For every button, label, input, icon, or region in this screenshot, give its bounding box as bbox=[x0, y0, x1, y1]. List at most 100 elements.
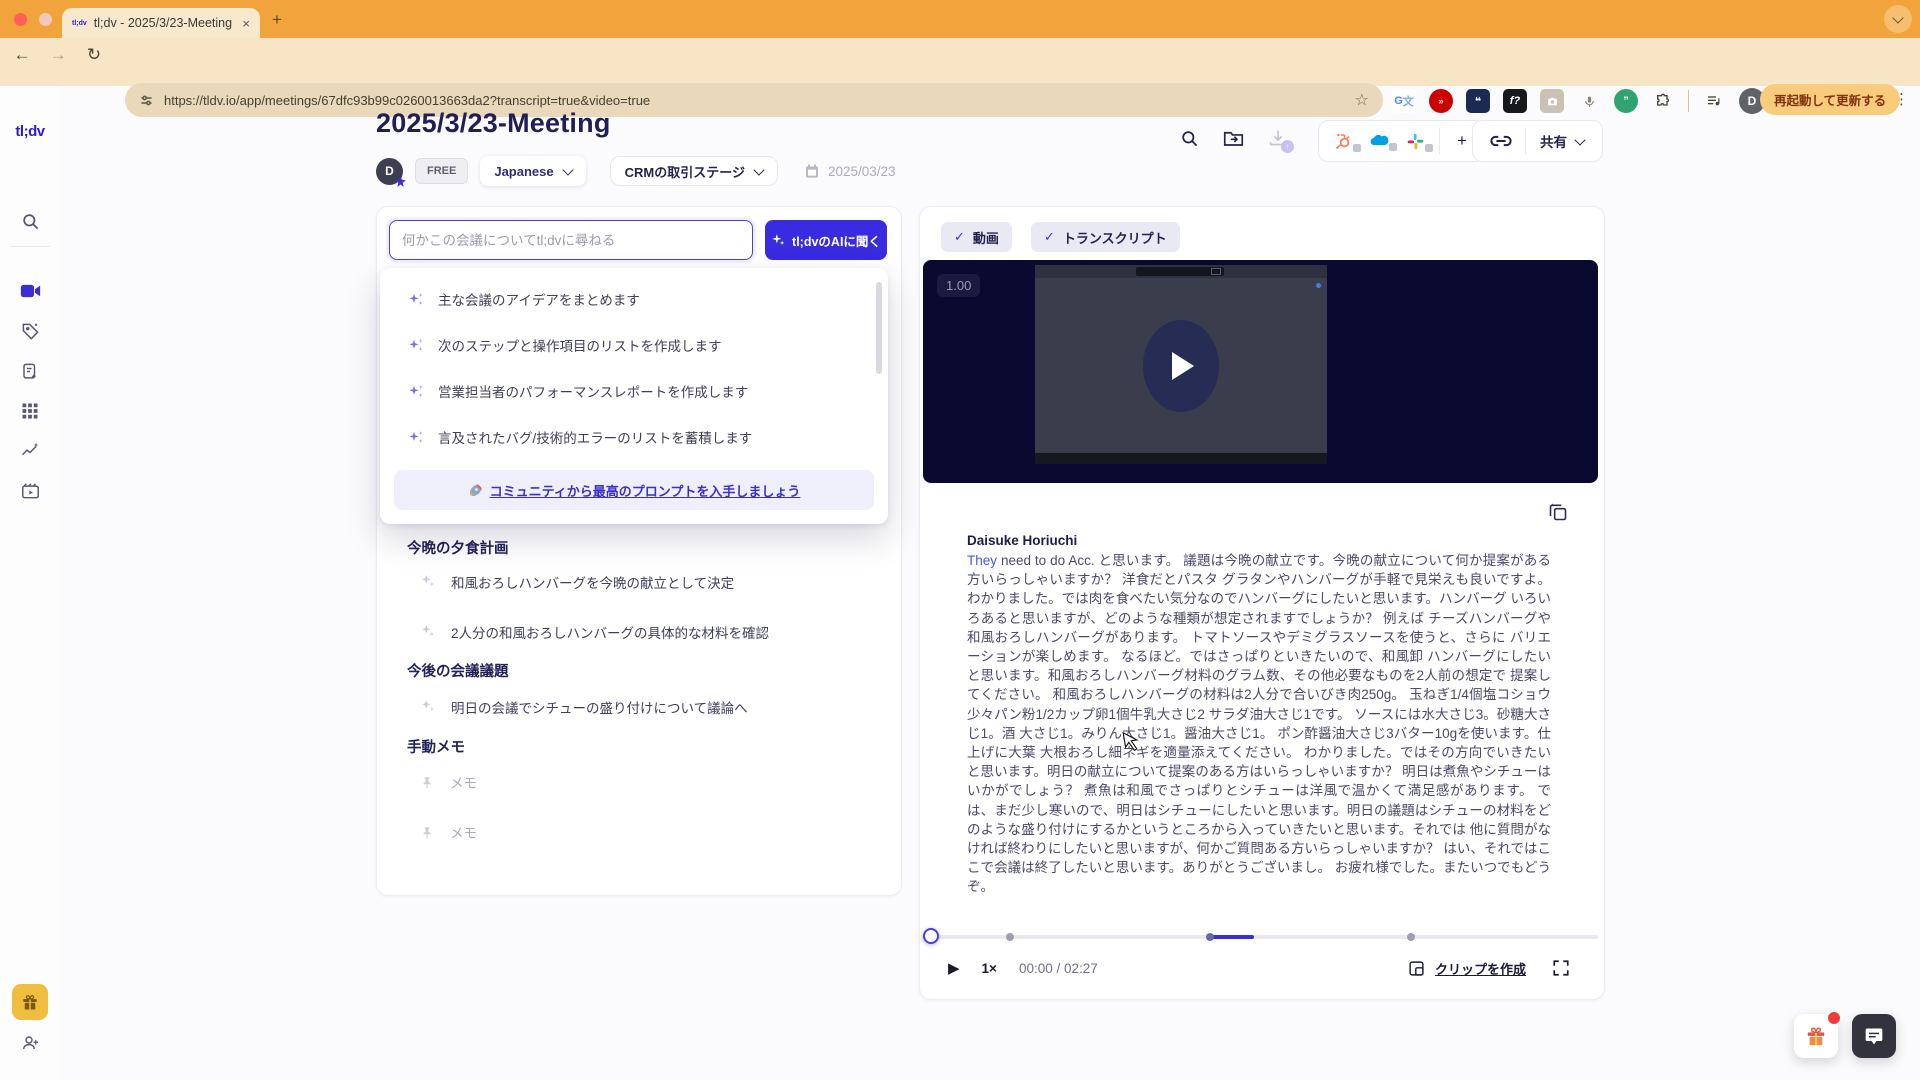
sidebar-templates-item[interactable] bbox=[0, 354, 60, 388]
video-timeline[interactable] bbox=[922, 928, 1598, 944]
copy-icon bbox=[1549, 503, 1567, 521]
section-heading: 手動メモ bbox=[407, 740, 465, 756]
timeline-marker[interactable] bbox=[1006, 933, 1014, 941]
hubspot-integration-button[interactable] bbox=[1325, 132, 1361, 152]
language-selector[interactable]: Japanese bbox=[480, 156, 586, 186]
highlight-segment[interactable] bbox=[1208, 935, 1254, 939]
salesforce-integration-button[interactable] bbox=[1361, 133, 1397, 151]
tab-close-icon[interactable]: × bbox=[242, 16, 250, 31]
video-toggle[interactable]: ✓ 動画 bbox=[941, 222, 1012, 252]
clip-icon bbox=[1409, 960, 1424, 976]
chat-extension-icon[interactable]: ❝ bbox=[1466, 89, 1490, 113]
timeline-marker[interactable] bbox=[1407, 933, 1415, 941]
play-button[interactable]: ▶ bbox=[948, 959, 960, 977]
minimize-window-button[interactable] bbox=[39, 13, 53, 26]
hubspot-icon bbox=[1336, 133, 1350, 149]
extensions-puzzle-icon[interactable] bbox=[1651, 89, 1675, 113]
font-extension-icon[interactable]: f? bbox=[1503, 89, 1527, 113]
timeline-marker[interactable] bbox=[1206, 933, 1214, 941]
sidebar-meetings-item[interactable] bbox=[0, 274, 60, 308]
community-prompts-link[interactable]: コミュニティから最高のプロンプトを入手しましょう bbox=[490, 481, 801, 500]
ai-suggestion-item[interactable]: 言及されたバグ/技術的エラーのリストを蓄積します bbox=[380, 414, 888, 460]
quote-extension-icon[interactable]: ” bbox=[1614, 89, 1638, 113]
note-item[interactable]: 和風おろしハンバーグを今晩の献立として決定 bbox=[420, 572, 880, 592]
page-title[interactable]: 2025/3/23-Meeting bbox=[376, 108, 611, 139]
screenshot-extension-icon[interactable] bbox=[1540, 89, 1564, 113]
playhead[interactable] bbox=[923, 928, 939, 944]
tag-sparkle-icon bbox=[22, 323, 39, 340]
play-overlay[interactable] bbox=[1143, 320, 1219, 412]
playlist-icon[interactable] bbox=[1702, 89, 1726, 113]
note-item[interactable]: 2人分の和風おろしハンバーグの具体的な材料を確認 bbox=[420, 622, 880, 642]
move-to-folder-button[interactable] bbox=[1223, 129, 1244, 147]
url-bar[interactable]: https://tldv.io/app/meetings/67dfc93b99c… bbox=[125, 83, 1383, 117]
speaker-name[interactable]: Daisuke Horiuchi bbox=[967, 533, 1551, 548]
transcript-text[interactable]: They need to do Acc. と思います。 議題は今晩の献立です。今… bbox=[967, 551, 1551, 897]
folder-move-icon bbox=[1223, 131, 1244, 146]
copy-link-button[interactable] bbox=[1477, 135, 1525, 147]
tldv-logo[interactable]: tl;dv bbox=[0, 114, 60, 148]
share-button[interactable]: 共有 bbox=[1526, 131, 1598, 151]
browser-menu-kebab-icon[interactable]: ⋮ bbox=[1894, 90, 1909, 108]
create-clip-button[interactable]: クリップを作成 bbox=[1435, 959, 1526, 978]
note-item[interactable]: 明日の会議でシチューの盛り付けについて議論へ bbox=[420, 697, 880, 717]
ai-suggestion-item[interactable]: 営業担当者のパフォーマンスレポートを作成します bbox=[380, 368, 888, 414]
video-player[interactable]: 1.00 bbox=[923, 260, 1598, 483]
new-tab-button[interactable]: + bbox=[272, 10, 282, 30]
sidebar-analytics-item[interactable] bbox=[0, 434, 60, 468]
ai-question-input[interactable] bbox=[389, 220, 753, 260]
ai-suggestion-item[interactable]: 主な会議のアイデアをまとめます bbox=[380, 276, 888, 322]
fullscreen-icon[interactable] bbox=[1552, 959, 1570, 977]
transcript-highlight-word[interactable]: They bbox=[967, 553, 997, 568]
rewards-fab[interactable] bbox=[1794, 1010, 1842, 1058]
sidebar-gift-button[interactable] bbox=[12, 984, 48, 1020]
sidebar-invite-item[interactable] bbox=[0, 1026, 60, 1060]
memo-item[interactable]: メモ bbox=[420, 772, 880, 792]
sidebar-tags-item[interactable] bbox=[0, 314, 60, 348]
translate-extension-icon[interactable]: G文 bbox=[1392, 89, 1416, 113]
search-icon bbox=[1182, 130, 1198, 146]
copy-transcript-button[interactable] bbox=[1544, 498, 1572, 526]
transcript-toggle[interactable]: ✓ トランスクリプト bbox=[1031, 222, 1180, 252]
community-prompts-banner[interactable]: コミュニティから最高のプロンプトを入手しましょう bbox=[394, 470, 874, 510]
dropdown-scrollbar[interactable] bbox=[876, 282, 882, 374]
recording-dot bbox=[1316, 283, 1321, 288]
tab-overflow-button[interactable] bbox=[1884, 5, 1912, 33]
memo-item[interactable]: メモ bbox=[420, 822, 880, 842]
salesforce-icon bbox=[1370, 134, 1389, 146]
section-heading: 今後の会議議題 bbox=[407, 664, 509, 680]
bookmark-star-icon[interactable]: ☆ bbox=[1355, 90, 1369, 110]
mouse-cursor bbox=[1122, 732, 1139, 752]
app-sidebar: tl;dv D bbox=[0, 86, 60, 1080]
back-button[interactable]: ← bbox=[8, 45, 36, 65]
close-window-button[interactable] bbox=[14, 13, 27, 26]
sidebar-search-button[interactable] bbox=[0, 204, 60, 238]
video-speed-extension-icon[interactable]: » bbox=[1429, 89, 1453, 113]
crm-stage-selector[interactable]: CRMの取引ステージ bbox=[609, 156, 778, 186]
chat-support-fab[interactable] bbox=[1852, 1014, 1896, 1058]
site-settings-icon[interactable] bbox=[139, 93, 154, 108]
sparkle-icon bbox=[409, 293, 423, 305]
sidebar-library-item[interactable] bbox=[0, 474, 60, 508]
mic-extension-icon[interactable] bbox=[1577, 89, 1601, 113]
meeting-search-button[interactable] bbox=[1180, 129, 1199, 148]
ai-suggestion-item[interactable]: 次のステップと操作項目のリストを作成します bbox=[380, 322, 888, 368]
pin-icon bbox=[423, 826, 431, 838]
calendar-icon bbox=[805, 164, 818, 178]
ask-ai-button[interactable]: tl;dvのAIに聞く bbox=[765, 220, 887, 260]
browser-update-button[interactable]: 再起動して更新する bbox=[1760, 84, 1901, 115]
sparkle-icon bbox=[409, 339, 423, 351]
sparkle-icon bbox=[772, 234, 785, 246]
notification-dot bbox=[1826, 1010, 1842, 1026]
sidebar-apps-item[interactable] bbox=[0, 394, 60, 428]
chevron-down-icon bbox=[1574, 133, 1586, 146]
playback-speed-button[interactable]: 1× bbox=[982, 961, 997, 976]
reload-button[interactable]: ↻ bbox=[80, 45, 108, 65]
video-preview-timestamp: 1.00 bbox=[937, 274, 981, 297]
browser-tab[interactable]: tl;dv tl;dv - 2025/3/23-Meeting × bbox=[62, 8, 260, 38]
sparkle-icon bbox=[409, 385, 423, 397]
forward-button[interactable]: → bbox=[44, 45, 72, 65]
slack-integration-button[interactable] bbox=[1397, 133, 1433, 152]
download-button[interactable]: ↑ bbox=[1268, 129, 1294, 153]
chevron-down-icon bbox=[561, 163, 574, 176]
